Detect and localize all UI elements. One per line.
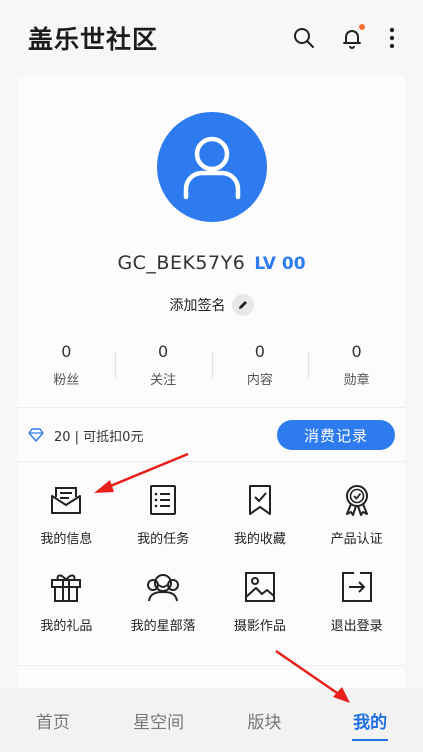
pencil-icon[interactable] bbox=[231, 294, 254, 316]
logout-icon bbox=[339, 569, 375, 605]
stat-content[interactable]: 0 内容 bbox=[211, 342, 309, 398]
stat-value: 0 bbox=[158, 342, 169, 361]
divider bbox=[18, 407, 405, 408]
header-actions bbox=[291, 24, 397, 51]
points-text: 20 | 可抵扣0元 bbox=[54, 429, 144, 445]
notification-dot bbox=[359, 24, 365, 30]
search-icon[interactable] bbox=[291, 25, 317, 51]
username: GC_BEK57Y6 bbox=[117, 252, 246, 274]
points-row: 20 | 可抵扣0元 消费记录 bbox=[18, 416, 405, 454]
stat-label: 粉丝 bbox=[53, 373, 80, 388]
diamond-icon bbox=[28, 428, 44, 442]
points-info: 20 | 可抵扣0元 bbox=[28, 426, 143, 445]
nav-mine[interactable]: 我的 bbox=[317, 708, 423, 733]
nav-home[interactable]: 首页 bbox=[0, 708, 106, 733]
user-icon bbox=[183, 136, 241, 200]
gift-icon bbox=[48, 569, 84, 605]
divider bbox=[18, 665, 405, 666]
stat-label: 关注 bbox=[150, 373, 177, 388]
menu-label: 我的任务 bbox=[137, 532, 190, 547]
menu-item-product-certification[interactable]: 产品认证 bbox=[308, 482, 405, 547]
menu-item-my-info[interactable]: 我的信息 bbox=[18, 482, 115, 547]
stat-following[interactable]: 0 关注 bbox=[114, 342, 212, 398]
task-list-icon bbox=[145, 482, 181, 518]
menu-item-my-gifts[interactable]: 我的礼品 bbox=[18, 569, 115, 634]
stat-medals[interactable]: 0 勋章 bbox=[308, 342, 405, 398]
menu-label: 退出登录 bbox=[330, 619, 383, 634]
stat-followers[interactable]: 0 粉丝 bbox=[18, 342, 115, 398]
menu-item-my-favorites[interactable]: 我的收藏 bbox=[212, 482, 309, 547]
top-bar: 盖乐世社区 bbox=[0, 0, 423, 76]
profile-card: GC_BEK57Y6 LV 00 添加签名 0 粉丝 0 关注 0 内容 0 勋… bbox=[18, 76, 405, 688]
stat-value: 0 bbox=[254, 342, 265, 361]
menu-label: 我的礼品 bbox=[40, 619, 93, 634]
divider bbox=[18, 461, 405, 462]
signature-prompt: 添加签名 bbox=[169, 298, 226, 314]
nav-star-space[interactable]: 星空间 bbox=[106, 708, 212, 733]
more-vertical-icon[interactable] bbox=[387, 25, 397, 51]
menu-item-my-star-tribe[interactable]: 我的星部落 bbox=[115, 569, 212, 634]
spend-records-button[interactable]: 消费记录 bbox=[277, 420, 395, 450]
menu-item-my-tasks[interactable]: 我的任务 bbox=[115, 482, 212, 547]
name-row: GC_BEK57Y6 LV 00 bbox=[18, 252, 405, 274]
stats-row: 0 粉丝 0 关注 0 内容 0 勋章 bbox=[18, 342, 405, 398]
stat-value: 0 bbox=[351, 342, 362, 361]
bottom-nav: 首页 星空间 版块 我的 bbox=[0, 688, 423, 752]
photo-icon bbox=[242, 569, 278, 605]
avatar[interactable] bbox=[157, 112, 267, 222]
stat-value: 0 bbox=[61, 342, 72, 361]
menu-item-photography[interactable]: 摄影作品 bbox=[212, 569, 309, 634]
community-icon bbox=[145, 569, 181, 605]
menu-label: 产品认证 bbox=[330, 532, 383, 547]
menu-label: 我的信息 bbox=[40, 532, 93, 547]
app-screen: 盖乐世社区 GC_BEK57Y6 LV 00 添加签名 0 粉丝 0 关注 0 … bbox=[0, 0, 423, 752]
certificate-icon bbox=[339, 482, 375, 518]
menu-label: 我的收藏 bbox=[233, 532, 286, 547]
level-badge: LV 00 bbox=[254, 254, 306, 274]
nav-sections[interactable]: 版块 bbox=[212, 708, 318, 733]
signature-row[interactable]: 添加签名 bbox=[18, 294, 405, 316]
menu-item-logout[interactable]: 退出登录 bbox=[308, 569, 405, 634]
app-title: 盖乐世社区 bbox=[28, 25, 159, 54]
menu-label: 我的星部落 bbox=[130, 619, 196, 634]
stat-label: 勋章 bbox=[343, 373, 370, 388]
stat-label: 内容 bbox=[246, 373, 273, 388]
message-icon bbox=[48, 482, 84, 518]
menu-grid: 我的信息 我的任务 我的收藏 产品认证 我的礼品 我的星部落 摄影作品 退出登录 bbox=[18, 482, 405, 634]
bookmark-icon bbox=[242, 482, 278, 518]
bell-icon[interactable] bbox=[339, 24, 365, 51]
menu-label: 摄影作品 bbox=[233, 619, 286, 634]
